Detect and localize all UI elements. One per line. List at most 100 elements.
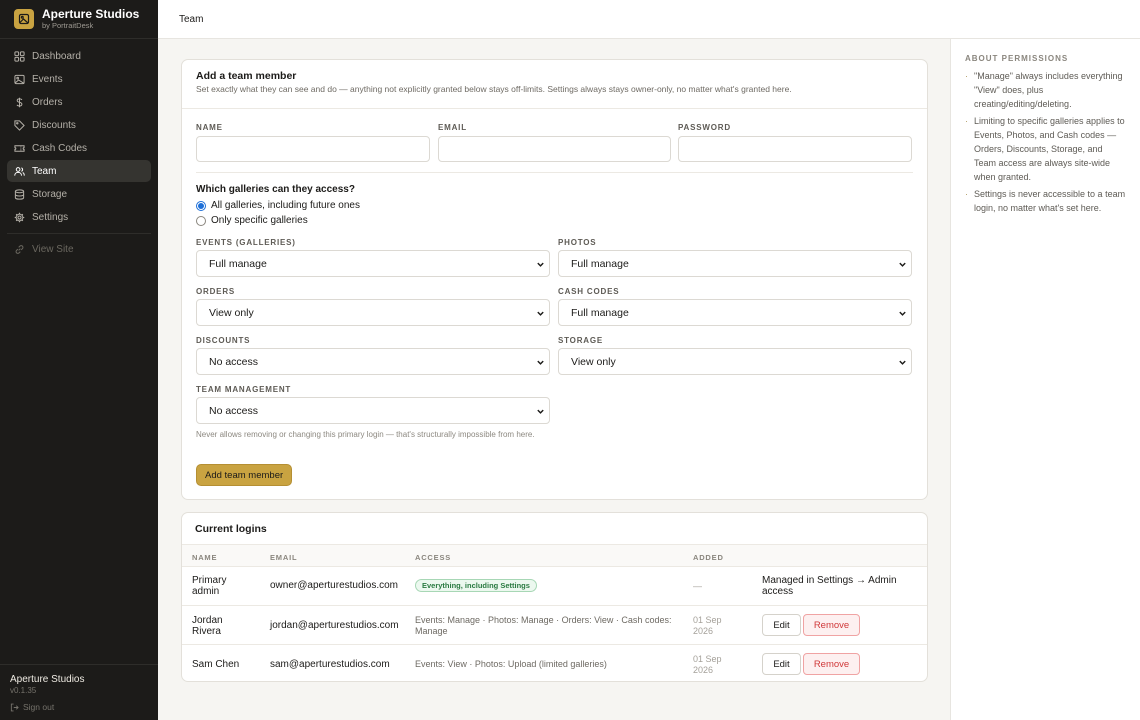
chevron-down-icon — [537, 360, 544, 365]
logins-title: Current logins — [195, 523, 267, 535]
about-item: Settings is never accessible to a team l… — [965, 188, 1126, 216]
sidebar-item-label: Discounts — [32, 119, 76, 131]
current-logins-card: Current logins NAME EMAIL ACCESS ADDED P… — [181, 512, 928, 682]
image-icon — [14, 9, 34, 29]
chevron-down-icon — [537, 262, 544, 267]
storage-select[interactable]: View only — [558, 348, 912, 375]
login-email: jordan@aperturestudios.com — [270, 620, 399, 631]
sidebar-item-settings[interactable]: Settings — [7, 206, 151, 228]
chevron-down-icon — [899, 311, 906, 316]
about-permissions-title: ABOUT PERMISSIONS — [965, 54, 1069, 63]
team-management-select-value: No access — [209, 404, 259, 417]
photos-select-value: Full manage — [571, 257, 629, 270]
email-label: EMAIL — [438, 123, 467, 132]
managed-in-settings-note: Managed in Settings → Admin access — [762, 575, 897, 597]
password-label: PASSWORD — [678, 123, 731, 132]
radio-label: Only specific galleries — [211, 215, 308, 226]
radio-all-galleries[interactable]: All galleries, including future ones — [196, 200, 360, 211]
events-label: EVENTS (GALLERIES) — [196, 238, 296, 247]
login-added: — — [693, 581, 702, 591]
column-header-added: ADDED — [693, 553, 724, 562]
sidebar-item-cash-codes[interactable]: Cash Codes — [7, 137, 151, 159]
team-management-select[interactable]: No access — [196, 397, 550, 424]
cash-codes-select-value: Full manage — [571, 306, 629, 319]
about-item: Limiting to specific galleries applies t… — [965, 115, 1126, 184]
orders-label: ORDERS — [196, 287, 236, 296]
table-row: Jordan Rivera jordan@aperturestudios.com… — [182, 606, 927, 645]
discounts-select[interactable]: No access — [196, 348, 550, 375]
login-access: Events: Manage · Photos: Manage · Orders… — [415, 615, 672, 636]
cash-codes-select[interactable]: Full manage — [558, 299, 912, 326]
sidebar-item-label: Cash Codes — [32, 142, 88, 154]
password-input[interactable] — [678, 136, 912, 162]
table-header: NAME EMAIL ACCESS ADDED — [182, 544, 927, 567]
sidebar-item-label: Settings — [32, 211, 69, 223]
column-header-name: NAME — [192, 553, 218, 562]
events-select[interactable]: Full manage — [196, 250, 550, 277]
brand[interactable]: Aperture Studios by PortraitDesk — [0, 0, 158, 39]
form-divider — [196, 172, 913, 173]
login-added: 01 Sep 2026 — [693, 654, 722, 675]
team-management-hint: Never allows removing or changing this p… — [196, 430, 535, 439]
page-title: Team — [179, 13, 204, 25]
login-access: Events: View · Photos: Upload (limited g… — [415, 659, 607, 669]
login-added: 01 Sep 2026 — [693, 615, 722, 636]
view-site-link[interactable]: View Site — [7, 238, 151, 260]
orders-select-value: View only — [209, 306, 254, 319]
sidebar: Aperture Studios by PortraitDesk Dashboa… — [0, 0, 158, 720]
sidebar-item-label: Orders — [32, 96, 63, 108]
name-input[interactable] — [196, 136, 430, 162]
sidebar-item-discounts[interactable]: Discounts — [7, 114, 151, 136]
users-icon — [14, 166, 25, 176]
sidebar-item-orders[interactable]: Orders — [7, 91, 151, 113]
brand-title: Aperture Studios — [42, 7, 140, 21]
sidebar-footer: Aperture Studios v0.1.35 Sign out — [0, 664, 158, 720]
access-badge: Everything, including Settings — [415, 579, 537, 592]
edit-button[interactable]: Edit — [762, 614, 801, 636]
add-team-member-card: Add a team member Set exactly what they … — [181, 59, 928, 500]
orders-select[interactable]: View only — [196, 299, 550, 326]
discounts-select-value: No access — [209, 355, 259, 368]
remove-button[interactable]: Remove — [803, 614, 860, 636]
radio-button[interactable] — [196, 200, 206, 211]
column-header-access: ACCESS — [415, 553, 452, 562]
discounts-label: DISCOUNTS — [196, 336, 251, 345]
image-icon — [14, 74, 25, 84]
edit-button[interactable]: Edit — [762, 653, 801, 675]
table-row: Primary admin owner@aperturestudios.com … — [182, 567, 927, 606]
name-label: NAME — [196, 123, 223, 132]
sign-out-link[interactable]: Sign out — [10, 702, 148, 712]
sidebar-item-label: Storage — [32, 188, 68, 200]
photos-select[interactable]: Full manage — [558, 250, 912, 277]
login-email: sam@aperturestudios.com — [270, 659, 390, 670]
sidebar-item-storage[interactable]: Storage — [7, 183, 151, 205]
sign-out-icon — [10, 703, 19, 711]
email-input[interactable] — [438, 136, 671, 162]
radio-button[interactable] — [196, 215, 206, 226]
radio-specific-galleries[interactable]: Only specific galleries — [196, 215, 308, 226]
remove-button[interactable]: Remove — [803, 653, 860, 675]
chevron-down-icon — [899, 262, 906, 267]
dollar-icon — [16, 97, 23, 107]
table-row: Sam Chen sam@aperturestudios.com Events:… — [182, 645, 927, 684]
tag-icon — [14, 119, 25, 131]
team-management-label: TEAM MANAGEMENT — [196, 385, 292, 394]
add-team-member-button[interactable]: Add team member — [196, 464, 293, 486]
login-name: Jordan Rivera — [192, 615, 223, 637]
sidebar-item-team[interactable]: Team — [7, 160, 151, 182]
sidebar-item-events[interactable]: Events — [7, 68, 151, 90]
column-header-email: EMAIL — [270, 553, 298, 562]
card-title: Add a team member — [196, 70, 297, 82]
sidebar-nav: Dashboard Events Orders Discounts Cash C… — [0, 39, 158, 260]
link-icon — [15, 244, 24, 254]
view-site-label: View Site — [32, 243, 74, 255]
login-name: Sam Chen — [192, 659, 240, 670]
footer-studio-name: Aperture Studios — [10, 674, 85, 685]
sidebar-item-label: Dashboard — [32, 50, 81, 62]
sidebar-item-dashboard[interactable]: Dashboard — [7, 45, 151, 67]
chevron-down-icon — [899, 360, 906, 365]
sidebar-divider — [7, 233, 151, 234]
storage-select-value: View only — [571, 355, 616, 368]
grid-icon — [14, 50, 25, 62]
galleries-question: Which galleries can they access? — [196, 184, 355, 195]
